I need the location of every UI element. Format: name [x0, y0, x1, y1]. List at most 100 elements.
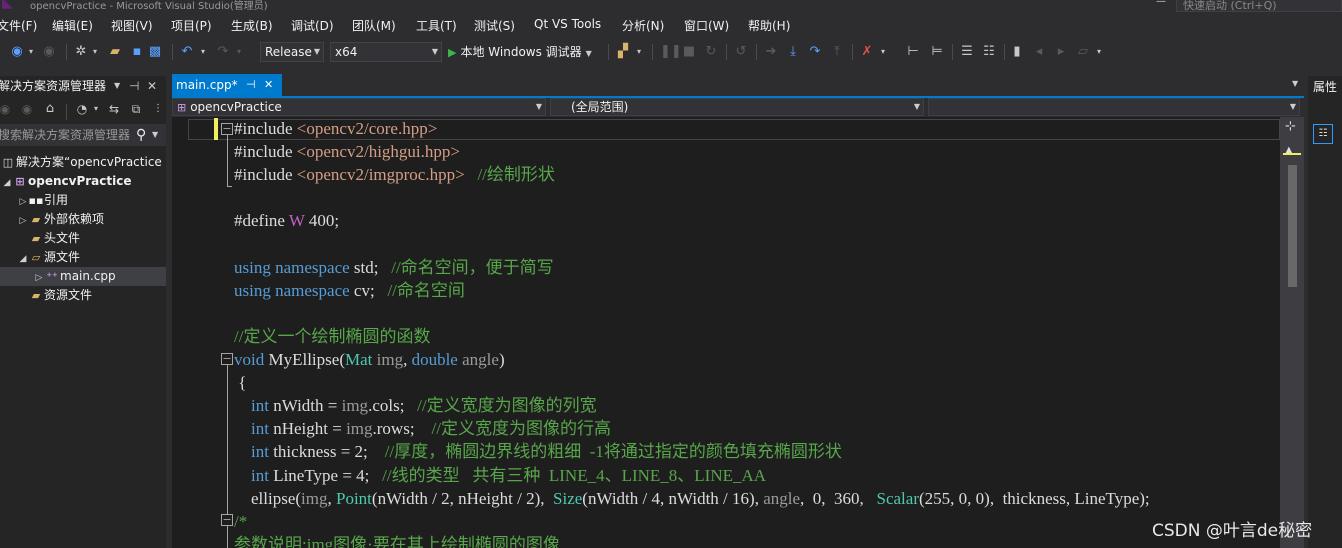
code-line[interactable]: ellipse(img, Point(nWidth / 2, nHeight /…	[234, 487, 1150, 510]
project-dropdown[interactable]: ⊞ opencvPractice ▼	[172, 98, 546, 116]
pin-icon[interactable]: ⊣	[129, 76, 139, 96]
close-icon[interactable]: ✕	[147, 76, 157, 96]
tree-item-project[interactable]: ◢ ⊞ opencvPractice	[0, 172, 166, 191]
back-icon[interactable]: ◉	[0, 100, 12, 118]
code-line[interactable]: //定义一个绘制椭圆的函数	[234, 325, 430, 348]
back-icon[interactable]: ◉	[8, 43, 26, 61]
collapse-all-icon[interactable]: ⧉	[128, 100, 144, 118]
uncomment-icon[interactable]: ☷	[980, 43, 998, 61]
breakpoints-icon[interactable]: ✗	[858, 43, 876, 61]
code-line[interactable]: int thickness = 2; //厚度，椭圆边界线的粗细 -1将通过指定…	[234, 440, 842, 463]
start-debugging-button[interactable]: ▶ 本地 Windows 调试器 ▼	[448, 43, 592, 61]
menu-analyze[interactable]: 分析(N)	[622, 17, 664, 34]
save-icon[interactable]: ▪	[128, 43, 146, 61]
code-line[interactable]: #include <opencv2/core.hpp>	[234, 117, 437, 140]
show-next-statement-icon[interactable]: ➔	[762, 43, 780, 61]
expanded-arrow-icon[interactable]: ◢	[18, 250, 28, 267]
code-line[interactable]: #define W 400;	[234, 209, 339, 232]
tab-overflow-icon[interactable]: ▼	[1292, 79, 1298, 88]
menu-help[interactable]: 帮助(H)	[748, 17, 790, 34]
toolbar-overflow-icon[interactable]: ▾	[1094, 43, 1104, 61]
tree-item-resource-files[interactable]: ▰ 资源文件	[0, 286, 166, 305]
comment-out-icon[interactable]: ☰	[958, 43, 976, 61]
menu-qt-vs-tools[interactable]: Qt VS Tools	[534, 17, 601, 31]
step-out-icon[interactable]: ⤒	[828, 43, 846, 61]
forward-icon[interactable]: ◉	[20, 100, 34, 118]
prev-bookmark-icon[interactable]: ◂	[1030, 43, 1048, 61]
stop-icon[interactable]: ■	[680, 43, 698, 61]
open-file-icon[interactable]: ▰	[106, 43, 124, 61]
chevron-down-icon[interactable]: ▼	[114, 76, 120, 96]
categorized-icon[interactable]: ☷	[1313, 124, 1333, 144]
step-into-icon[interactable]: ⤓	[784, 43, 802, 61]
code-line[interactable]: int nHeight = img.rows; //定义宽度为图像的行高	[234, 417, 611, 440]
collapse-comment-icon[interactable]: −	[221, 514, 233, 526]
code-line[interactable]: {	[234, 371, 246, 394]
restart-icon[interactable]: ↻	[702, 43, 720, 61]
tree-item-source-files[interactable]: ◢ ▱ 源文件	[0, 248, 166, 267]
pin-icon[interactable]: ⊣	[246, 74, 256, 96]
tree-item-references[interactable]: ▷ ▪▪引用	[0, 191, 166, 210]
menu-debug[interactable]: 调试(D)	[291, 17, 334, 34]
code-line[interactable]: using namespace cv; //命名空间	[234, 279, 465, 302]
menu-view[interactable]: 视图(V)	[111, 17, 153, 34]
collapsed-arrow-icon[interactable]: ▷	[34, 269, 44, 286]
pause-icon[interactable]: ❚❚	[660, 43, 682, 61]
more-options-icon[interactable]: ⋮	[152, 100, 164, 118]
collapsed-arrow-icon[interactable]: ▷	[18, 212, 28, 229]
code-line[interactable]: 参数说明:img图像·要在其上绘制椭圆的图像	[234, 533, 560, 548]
code-line[interactable]: #include <opencv2/imgproc.hpp> //绘制形状	[234, 163, 555, 186]
code-line[interactable]: int nWidth = img.cols; //定义宽度为图像的列宽	[234, 394, 597, 417]
close-icon[interactable]: ✕	[264, 74, 273, 96]
configuration-dropdown[interactable]: Release ▼	[260, 42, 324, 62]
next-bookmark-icon[interactable]: ▸	[1052, 43, 1070, 61]
menu-test[interactable]: 测试(S)	[474, 17, 515, 34]
collapsed-arrow-icon[interactable]: ▷	[18, 193, 28, 210]
clear-bookmarks-icon[interactable]: ▱	[1074, 43, 1092, 61]
redo-dropdown-icon[interactable]: ▾	[234, 43, 244, 61]
tree-item-external-deps[interactable]: ▷ ▰ 外部依赖项	[0, 210, 166, 229]
platform-dropdown[interactable]: x64 ▼	[330, 42, 442, 62]
history-dropdown-icon[interactable]: ▾	[92, 100, 100, 118]
history-icon[interactable]: ◔	[74, 100, 90, 118]
expanded-arrow-icon[interactable]: ◢	[2, 174, 12, 191]
minimize-button[interactable]: —	[1150, 0, 1172, 10]
menu-window[interactable]: 窗口(W)	[684, 17, 729, 34]
code-line[interactable]: void MyEllipse(Mat img, double angle)	[234, 348, 505, 371]
breakpoints-dropdown-icon[interactable]: ▾	[878, 43, 888, 61]
tree-item-solution[interactable]: ◫ 解决方案“opencvPractice	[0, 153, 166, 172]
apply-code-changes-icon[interactable]: ↺	[732, 43, 750, 61]
save-all-icon[interactable]: ▩	[146, 43, 164, 61]
new-project-icon[interactable]: ✲	[72, 43, 90, 61]
find-in-files-icon[interactable]: ▞	[614, 43, 632, 61]
menu-file[interactable]: 文件(F)	[0, 17, 37, 34]
code-line[interactable]: int LineType = 4; //线的类型 共有三种 LINE_4、LIN…	[234, 464, 766, 487]
back-dropdown-icon[interactable]: ▾	[26, 43, 36, 61]
code-line[interactable]: using namespace std; //命名空间，便于简写	[234, 256, 554, 279]
code-line[interactable]: /*	[234, 510, 247, 533]
undo-dropdown-icon[interactable]: ▾	[198, 43, 208, 61]
code-line[interactable]: #include <opencv2/highgui.hpp>	[234, 140, 460, 163]
collapse-function-icon[interactable]: −	[221, 353, 233, 365]
thread-icon[interactable]: ⊢	[904, 43, 922, 61]
tree-item-main-cpp[interactable]: ▷ ⁺⁺ main.cpp	[0, 267, 166, 286]
search-icon[interactable]: ⚲	[136, 124, 146, 146]
bookmark-icon[interactable]: ▮	[1008, 43, 1026, 61]
stack-frame-icon[interactable]: ⊨	[928, 43, 946, 61]
new-dropdown-icon[interactable]: ▾	[90, 43, 100, 61]
menu-build[interactable]: 生成(B)	[231, 17, 273, 34]
editor-vertical-scrollbar[interactable]: ⊹ ▲	[1280, 117, 1304, 548]
sync-icon[interactable]: ⇆	[106, 100, 122, 118]
menu-tools[interactable]: 工具(T)	[416, 17, 457, 34]
code-editor[interactable]: − − − #include <opencv2/core.hpp> #includ…	[188, 117, 1280, 548]
quick-launch-input[interactable]: 快速启动 (Ctrl+Q)	[1176, 0, 1342, 12]
split-window-icon[interactable]: ⊹	[1285, 119, 1296, 134]
step-over-icon[interactable]: ↷	[806, 43, 824, 61]
menu-edit[interactable]: 编辑(E)	[52, 17, 93, 34]
scope-dropdown[interactable]: (全局范围) ▼	[550, 98, 924, 116]
menu-team[interactable]: 团队(M)	[352, 17, 396, 34]
tab-main-cpp[interactable]: main.cpp* ⊣ ✕	[172, 74, 282, 96]
menu-project[interactable]: 项目(P)	[171, 17, 212, 34]
home-icon[interactable]: ⌂	[42, 100, 58, 118]
undo-icon[interactable]: ↶	[178, 43, 196, 61]
